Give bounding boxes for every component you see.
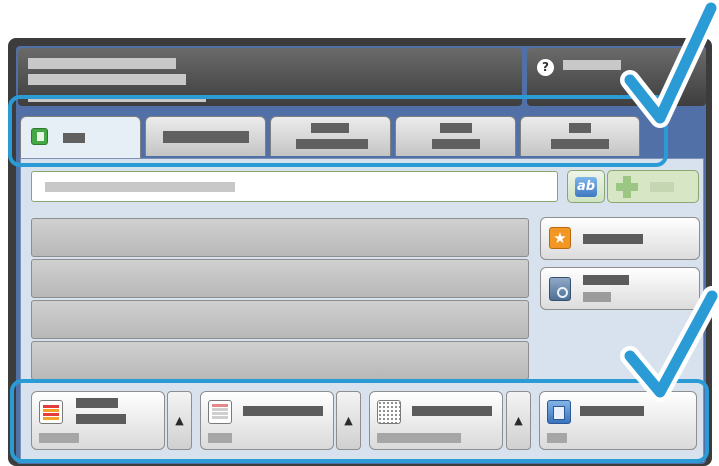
add-recipient-button[interactable]: [607, 170, 699, 203]
keyboard-icon: ab: [575, 177, 597, 197]
features-highlight-outline: [10, 379, 709, 463]
help-icon: ?: [537, 59, 554, 76]
recipient-list-row[interactable]: [31, 259, 529, 298]
tabs-highlight-outline: [8, 95, 668, 167]
checkmark-icon: [620, 286, 719, 402]
header-text-line: [28, 74, 186, 85]
add-label: [650, 182, 674, 192]
entry-placeholder: [45, 182, 235, 192]
address-book-label: [583, 275, 629, 285]
favorites-button[interactable]: ★: [540, 217, 700, 260]
address-book-sublabel: [583, 292, 611, 302]
checkmark-icon: [620, 0, 719, 128]
device-screen: ? ab ★ ▲ ▲ ▲: [0, 0, 719, 466]
favorites-label: [583, 234, 643, 244]
recipient-list-row[interactable]: [31, 341, 529, 380]
address-book-icon: [549, 277, 571, 301]
recipient-list-row[interactable]: [31, 218, 529, 257]
keyboard-button[interactable]: ab: [567, 170, 605, 203]
plus-icon: [616, 176, 638, 198]
recipient-list-row[interactable]: [31, 300, 529, 339]
header-text-line: [28, 58, 176, 69]
recipient-entry-field[interactable]: [31, 171, 558, 202]
star-icon: ★: [549, 227, 571, 249]
